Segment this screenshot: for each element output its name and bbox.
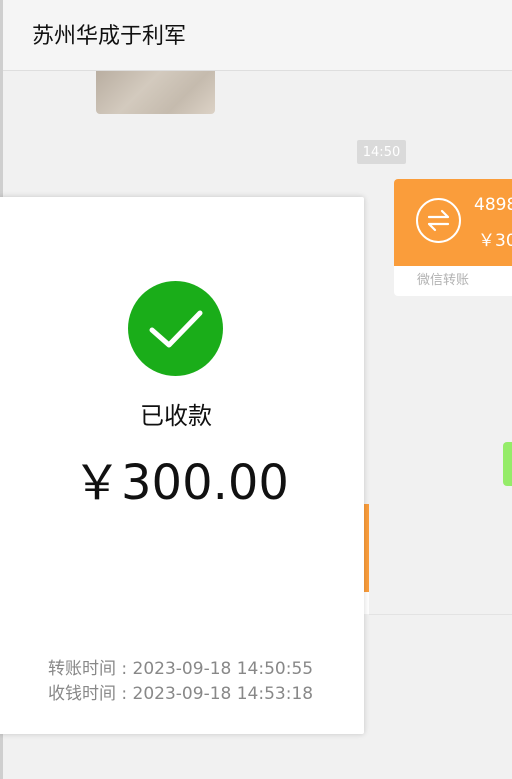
payment-amount: ￥300.00: [73, 455, 289, 511]
transfer-arrows-icon: [416, 198, 461, 243]
chat-title: 苏州华成于利军: [32, 24, 187, 49]
receive-time: 收钱时间 : 2023-09-18 14:53:18: [48, 684, 314, 704]
image-thumbnail[interactable]: [96, 71, 215, 114]
transfer-amount-line1: 4898: [474, 195, 512, 215]
transfer-amount-line2: ￥30: [478, 231, 512, 251]
sent-message-bubble[interactable]: [503, 442, 512, 486]
transfer-time: 转账时间 : 2023-09-18 14:50:55: [48, 659, 314, 679]
transfer-detail-dialog: 已收款 ￥300.00 转账时间 : 2023-09-18 14:50:55 收…: [0, 197, 364, 734]
checkmark-icon: [128, 281, 223, 376]
transfer-message[interactable]: 4898 ￥30 微信转账: [394, 179, 512, 296]
transfer-message-edge[interactable]: [364, 504, 369, 592]
transfer-message-body[interactable]: 4898 ￥30: [394, 179, 512, 266]
divider: [369, 614, 512, 615]
chat-timestamp: 14:50: [357, 140, 406, 164]
payment-status: 已收款: [140, 402, 212, 430]
chat-header: 苏州华成于利军: [0, 0, 512, 71]
transfer-message-edge-footer: [364, 592, 369, 614]
transfer-label: 微信转账: [417, 273, 470, 288]
